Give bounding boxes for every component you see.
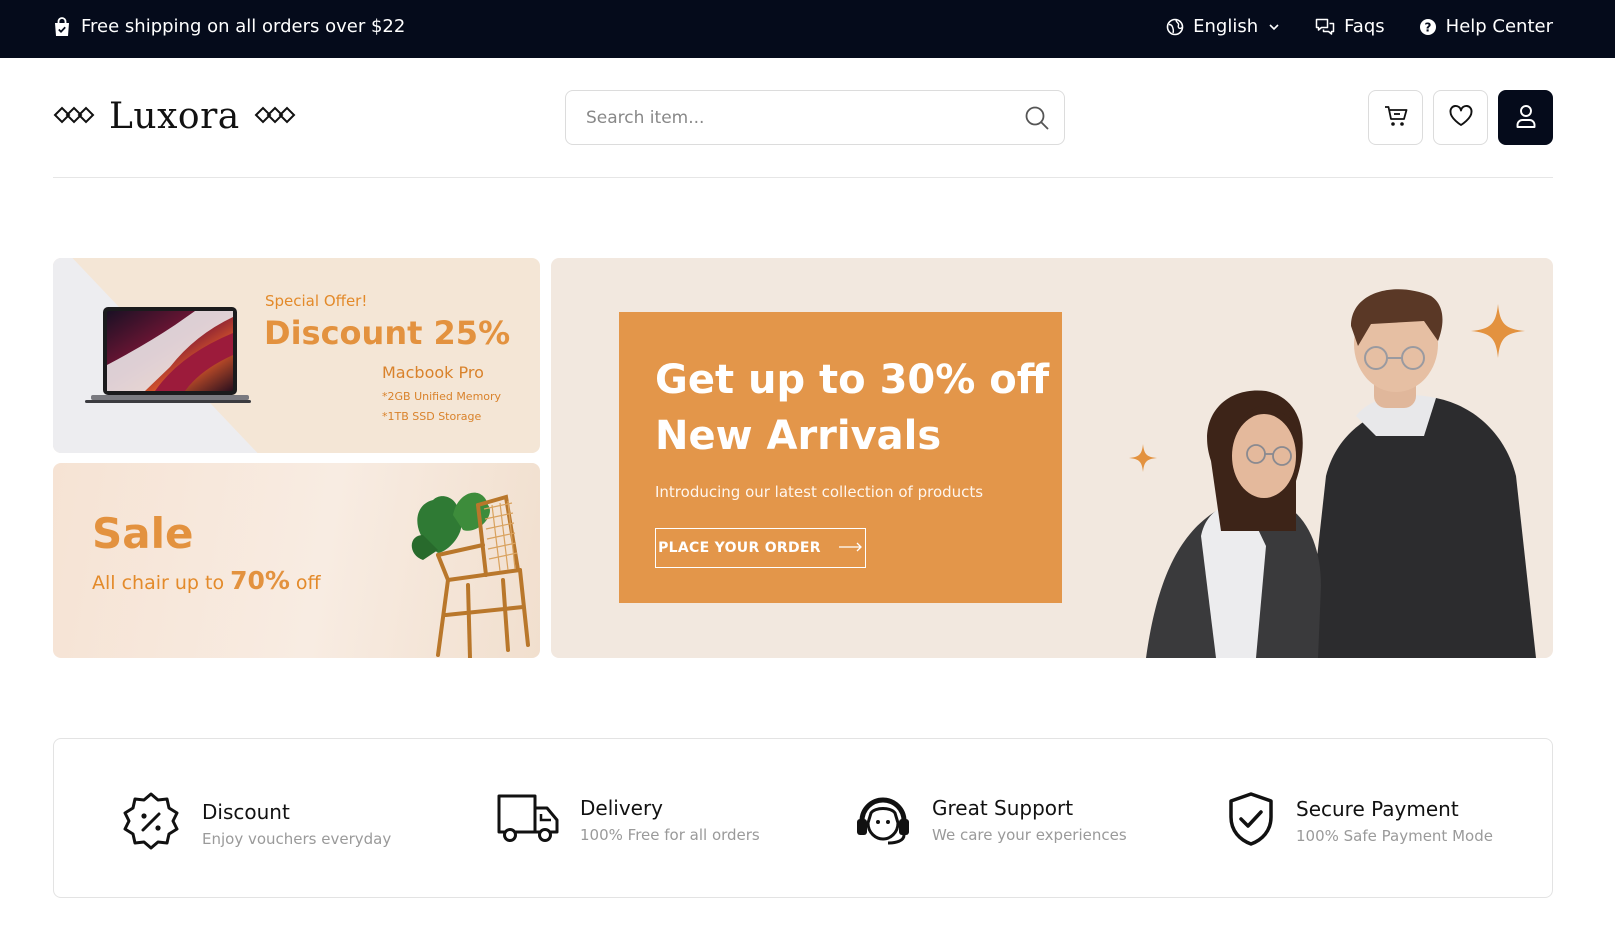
brand-logo[interactable]: Luxora — [53, 96, 296, 137]
shipping-text: Free shipping on all orders over $22 — [81, 16, 406, 37]
sale-description: All chair up to 70% off — [92, 566, 321, 595]
logo-wordmark: Luxora — [109, 96, 240, 137]
free-shipping-notice: Free shipping on all orders over $22 — [53, 16, 405, 37]
shield-check-icon — [1226, 791, 1276, 851]
fashion-models-image — [1106, 286, 1546, 658]
place-order-label: PLACE YOUR ORDER — [658, 540, 821, 556]
chevron-down-icon — [1267, 20, 1281, 34]
sale-percent: 70% — [230, 566, 290, 595]
feature-subtitle: 100% Free for all orders — [580, 826, 760, 844]
top-announcement-bar: Free shipping on all orders over $22 Eng… — [0, 0, 1615, 58]
support-headset-icon — [854, 791, 912, 849]
heart-icon — [1448, 104, 1474, 132]
feature-subtitle: We care your experiences — [932, 826, 1127, 844]
search-bar — [565, 90, 1065, 145]
promo-card: Get up to 30% off New Arrivals Introduci… — [619, 312, 1062, 603]
feature-title: Secure Payment — [1296, 797, 1459, 821]
feature-title: Delivery — [580, 796, 664, 820]
diamond-ornament-icon — [53, 105, 95, 129]
sale-suffix: off — [295, 572, 321, 594]
product-name: Macbook Pro — [382, 363, 484, 382]
discount-badge-icon — [120, 791, 182, 857]
user-icon — [1514, 103, 1538, 133]
search-input[interactable] — [586, 91, 1006, 144]
chat-bubbles-icon — [1315, 18, 1335, 36]
macbook-promo-banner[interactable]: Special Offer! Discount 25% Macbook Pro … — [53, 258, 540, 453]
features-strip: Discount Enjoy vouchers everyday Deliver… — [53, 738, 1553, 898]
arrow-right-icon — [838, 540, 863, 556]
globe-icon — [1166, 18, 1184, 36]
feature-item: Great Support We care your experiences — [854, 791, 1127, 849]
shopping-bag-icon — [53, 16, 71, 37]
macbook-image — [85, 305, 251, 409]
sale-prefix: All chair up to — [92, 572, 225, 594]
question-circle-icon: ? — [1419, 18, 1437, 36]
search-icon[interactable] — [1024, 105, 1050, 135]
site-header: Luxora — [53, 58, 1553, 178]
help-center-link[interactable]: ? Help Center — [1419, 16, 1553, 37]
feature-item: Discount Enjoy vouchers everyday — [120, 791, 391, 857]
feature-subtitle: Enjoy vouchers everyday — [202, 830, 392, 848]
cart-button[interactable] — [1368, 90, 1423, 145]
place-order-button[interactable]: PLACE YOUR ORDER — [655, 528, 866, 568]
account-button[interactable] — [1498, 90, 1553, 145]
cart-icon — [1383, 104, 1409, 132]
faqs-label: Faqs — [1344, 16, 1385, 37]
feature-subtitle: 100% Safe Payment Mode — [1296, 827, 1493, 845]
hero-headline-line-1: Get up to 30% off — [655, 357, 1050, 403]
feature-item: Delivery 100% Free for all orders — [496, 791, 760, 849]
feature-title: Discount — [202, 800, 290, 824]
feature-item: Secure Payment 100% Safe Payment Mode — [1226, 791, 1493, 851]
hero-subtitle: Introducing our latest collection of pro… — [655, 483, 984, 501]
language-label: English — [1193, 16, 1259, 37]
spec-memory: *2GB Unified Memory — [382, 390, 502, 403]
new-arrivals-hero-banner: Get up to 30% off New Arrivals Introduci… — [551, 258, 1553, 658]
sale-title: Sale — [92, 509, 194, 558]
hero-headline-line-2: New Arrivals — [655, 413, 942, 459]
svg-text:?: ? — [1424, 20, 1431, 34]
diamond-ornament-icon — [254, 105, 296, 129]
hero-headline: Get up to 30% off New Arrivals — [655, 352, 1049, 464]
delivery-truck-icon — [496, 791, 560, 849]
special-offer-eyebrow: Special Offer! — [265, 292, 368, 310]
spec-storage: *1TB SSD Storage — [382, 410, 482, 423]
discount-headline: Discount 25% — [264, 314, 511, 352]
feature-title: Great Support — [932, 796, 1074, 820]
faqs-link[interactable]: Faqs — [1315, 16, 1385, 37]
chair-sale-banner[interactable]: Sale All chair up to 70% off — [53, 463, 540, 658]
language-selector[interactable]: English — [1166, 16, 1281, 37]
help-center-label: Help Center — [1445, 16, 1553, 37]
rattan-chair-image — [408, 475, 538, 658]
wishlist-button[interactable] — [1433, 90, 1488, 145]
